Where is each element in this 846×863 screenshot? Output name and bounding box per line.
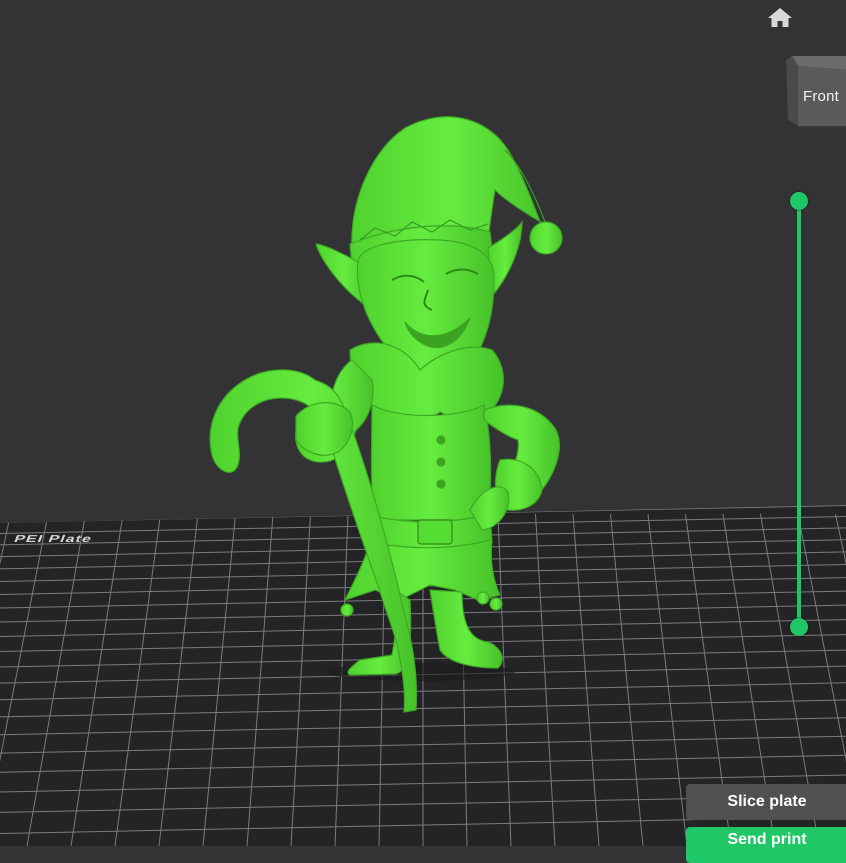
layer-slider[interactable] — [788, 190, 810, 638]
layer-slider-track — [797, 201, 801, 627]
home-icon — [767, 6, 793, 33]
view-cube[interactable]: Front — [786, 54, 846, 128]
view-cube-front-label: Front — [803, 88, 840, 105]
plate-label: PEI Plate — [12, 533, 94, 545]
3d-viewport[interactable] — [0, 0, 846, 846]
slice-plate-button[interactable]: Slice plate — [686, 784, 846, 820]
layer-slider-bottom-handle[interactable] — [790, 618, 808, 636]
home-view-button[interactable] — [765, 6, 795, 32]
layer-slider-top-handle[interactable] — [790, 192, 808, 210]
send-print-button[interactable]: Send print — [686, 827, 846, 863]
